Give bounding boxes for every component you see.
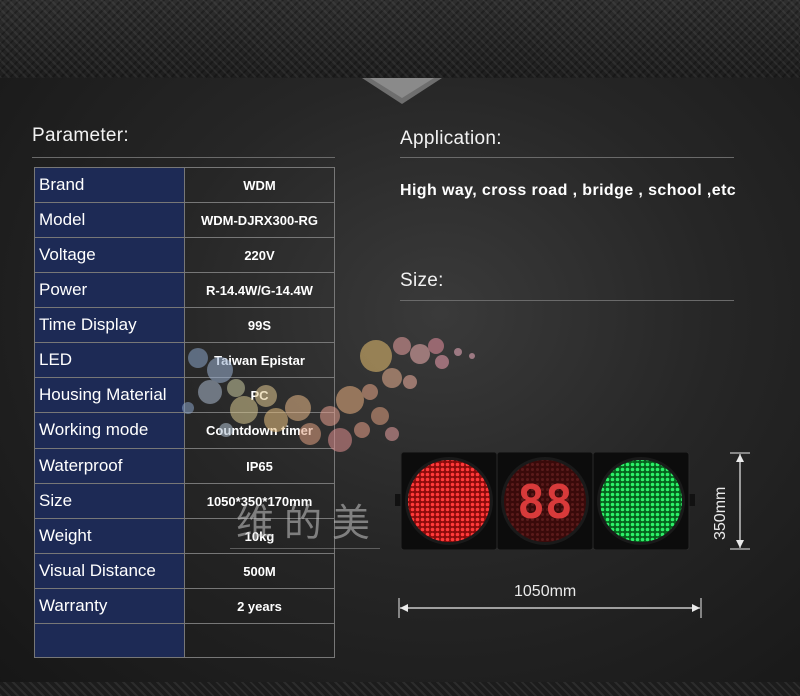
parameter-value: 500M	[184, 552, 335, 589]
footer-pattern-band	[0, 682, 800, 696]
parameter-label: Voltage	[34, 237, 185, 274]
table-row: Power R-14.4W/G-14.4W	[34, 272, 335, 309]
application-title: Application:	[400, 128, 502, 149]
parameter-title: Parameter:	[32, 125, 129, 146]
table-row: Visual Distance 500M	[34, 552, 335, 589]
parameter-value: WDM	[184, 166, 335, 204]
size-title: Size:	[400, 270, 444, 291]
parameter-value: 2 years	[184, 587, 335, 624]
parameter-label: Power	[34, 272, 185, 309]
parameter-value-empty	[184, 622, 335, 659]
table-row: Voltage 220V	[34, 237, 335, 274]
parameter-label: Weight	[34, 517, 185, 554]
green-light	[600, 460, 682, 542]
watermark-rule	[230, 548, 380, 549]
parameter-label: Housing Material	[34, 377, 185, 414]
parameter-title-rule	[32, 157, 335, 158]
parameter-label: Warranty	[34, 587, 185, 624]
watermark-dots-logo	[182, 337, 475, 452]
parameter-label: Model	[34, 202, 185, 239]
parameter-value: WDM-DJRX300-RG	[184, 202, 335, 239]
table-row: Warranty 2 years	[34, 587, 335, 624]
parameter-label-empty	[34, 622, 185, 659]
table-row: Brand WDM	[34, 166, 335, 204]
height-dimension-label: 350mm	[712, 486, 729, 540]
parameter-label: Visual Distance	[34, 552, 185, 589]
traffic-signal-image: 88	[395, 452, 695, 550]
parameter-label: LED	[34, 342, 185, 379]
size-title-rule	[400, 300, 734, 301]
parameter-label: Size	[34, 482, 185, 519]
parameter-label: Working mode	[34, 412, 185, 449]
table-row: Model WDM-DJRX300-RG	[34, 202, 335, 239]
red-light	[408, 460, 490, 542]
watermark-text: 维的美	[236, 501, 381, 545]
parameter-label: Brand	[34, 166, 185, 204]
table-row-empty	[34, 622, 335, 659]
parameter-value: 220V	[184, 237, 335, 274]
header-notch-inner	[370, 78, 434, 98]
parameter-label: Time Display	[34, 307, 185, 344]
height-dimension-line	[730, 452, 750, 550]
countdown-digits: 88	[517, 475, 572, 529]
application-title-rule	[400, 157, 734, 158]
parameter-label: Waterproof	[34, 447, 185, 484]
width-dimension-line	[398, 598, 702, 618]
application-text: High way, cross road , bridge , school ,…	[400, 182, 737, 199]
header-pattern-band	[0, 0, 800, 78]
parameter-value: R-14.4W/G-14.4W	[184, 272, 335, 309]
